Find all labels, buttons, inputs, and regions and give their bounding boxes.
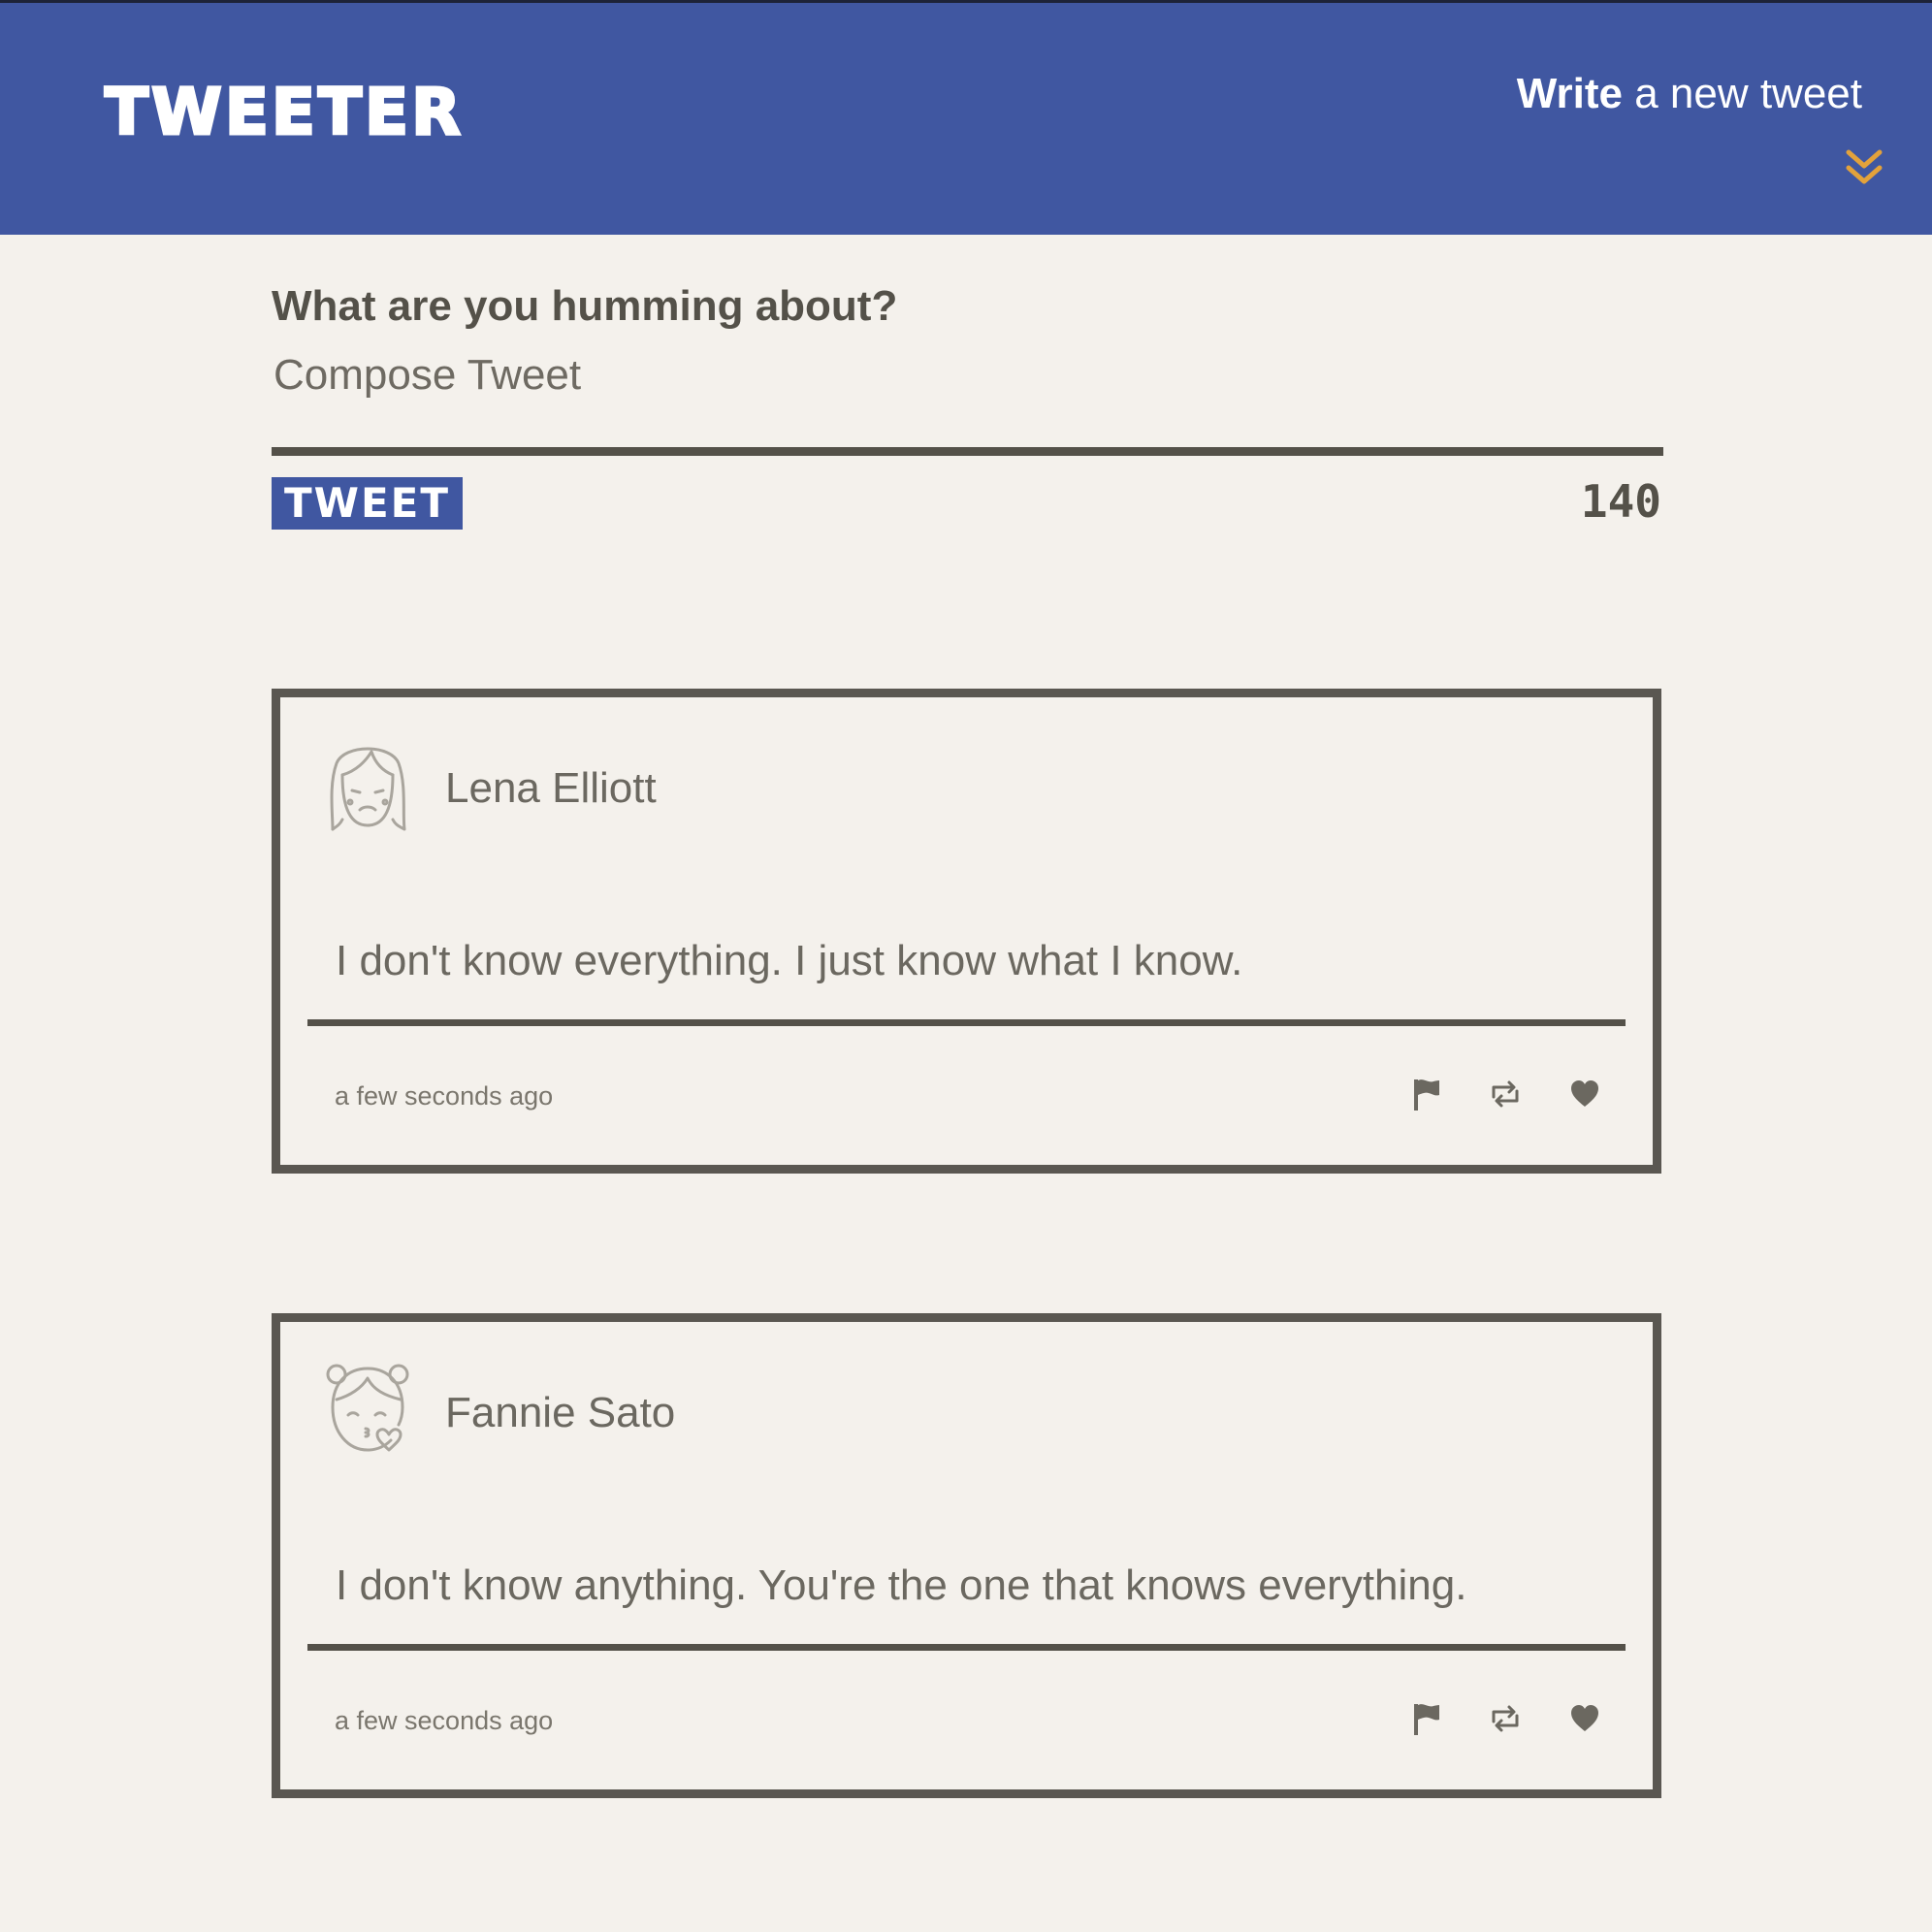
tweet-card: Lena Elliott I don't know everything. I …	[272, 689, 1661, 1174]
new-tweet-composer: What are you humming about? TWEET 140	[272, 281, 1663, 555]
tweet-card: Fannie Sato I don't know anything. You'r…	[272, 1313, 1661, 1798]
double-chevron-down-icon[interactable]	[1843, 146, 1885, 189]
character-counter: 140	[1580, 474, 1661, 528]
tweet-timestamp: a few seconds ago	[335, 1706, 554, 1735]
kissing-girl-avatar-icon	[326, 1364, 409, 1452]
tweet-submit-button[interactable]: TWEET	[272, 476, 463, 530]
heart-icon[interactable]	[1569, 1078, 1600, 1111]
tweet-text: I don't know anything. You're the one th…	[336, 1562, 1467, 1609]
write-new-tweet-toggle[interactable]: Write a new tweet	[1494, 70, 1883, 184]
logo[interactable]: TWEETER	[104, 79, 464, 145]
write-label-strong: Write	[1516, 70, 1623, 117]
compose-tweet-input[interactable]	[272, 349, 1663, 456]
tweet-timestamp: a few seconds ago	[335, 1081, 554, 1111]
composer-footer: TWEET 140	[272, 474, 1661, 555]
tweet-actions	[1410, 1078, 1600, 1111]
tweet-author-name: Lena Elliott	[445, 764, 657, 812]
tweet-divider	[307, 1019, 1626, 1026]
composer-heading: What are you humming about?	[272, 282, 898, 330]
tweet-actions	[1410, 1702, 1600, 1735]
retweet-icon[interactable]	[1490, 1078, 1521, 1111]
tweet-divider	[307, 1644, 1626, 1651]
top-nav-bar: TWEETER Write a new tweet	[0, 0, 1932, 235]
tweet-author-name: Fannie Sato	[445, 1389, 676, 1436]
heart-icon[interactable]	[1569, 1702, 1600, 1735]
sad-girl-avatar-icon	[330, 747, 406, 831]
tweet-text: I don't know everything. I just know wha…	[336, 937, 1243, 984]
retweet-icon[interactable]	[1490, 1702, 1521, 1735]
flag-icon[interactable]	[1410, 1702, 1441, 1735]
write-label-rest: a new tweet	[1634, 70, 1862, 117]
flag-icon[interactable]	[1410, 1078, 1441, 1111]
write-new-tweet-label[interactable]: Write a new tweet	[1494, 70, 1862, 117]
